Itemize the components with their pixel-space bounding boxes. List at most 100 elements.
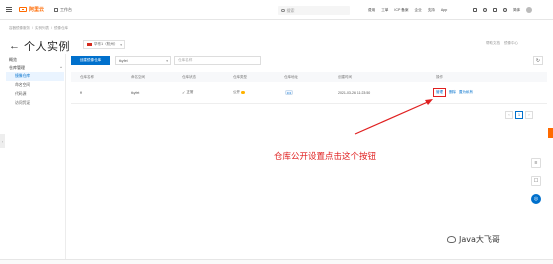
sidebar-item-code-source[interactable]: 代码源 (6, 90, 64, 99)
repo-type-text: 公开 (233, 90, 240, 94)
chat-icon[interactable]: ☐ (531, 176, 541, 186)
brand-name: 阿里云 (29, 7, 45, 13)
repo-table: 仓库名称 命名空间 仓库状态 仓库类型 仓库地址 创建时间 操作 ff tkyf… (71, 72, 547, 104)
avatar[interactable] (526, 7, 533, 13)
global-search-input[interactable]: 搜索 (278, 6, 350, 15)
question-icon[interactable] (241, 90, 245, 95)
pagination: ‹ 1 › (505, 111, 533, 119)
sidebar-item-access-credentials[interactable]: 访问凭证 (6, 99, 64, 108)
breadcrumb-separator: / (50, 26, 52, 30)
column-header: 仓库类型 (233, 74, 247, 79)
repo-name-cell[interactable]: ff (80, 82, 82, 103)
search-placeholder: 搜索 (286, 7, 295, 13)
feedback-tab[interactable] (548, 128, 553, 138)
column-header: 命名空间 (131, 74, 145, 79)
chevron-down-icon: ▾ (120, 42, 122, 47)
column-header: 仓库名称 (80, 74, 94, 79)
repo-address-cell: ••• (285, 82, 293, 103)
status-text: 正常 (186, 90, 194, 94)
set-private-link[interactable]: 置为私有 (459, 90, 473, 95)
chevron-up-icon: ^ (60, 65, 62, 70)
aliyun-logo-icon (19, 7, 27, 12)
sidebar: 概览 仓库管理 ^ 镜像仓库 命名空间 代码源 访问凭证 (6, 56, 64, 108)
prev-page-button[interactable]: ‹ (505, 111, 513, 119)
watermark: Java大飞哥 (447, 234, 500, 245)
language-switch[interactable]: 简体 (513, 8, 520, 13)
sidebar-group-repo-management[interactable]: 仓库管理 ^ (6, 64, 64, 72)
sidebar-item-overview[interactable]: 概览 (6, 56, 64, 64)
top-navigation-bar: 阿里云 工作台 (0, 0, 553, 20)
next-page-button[interactable]: › (525, 111, 533, 119)
nav-link-enterprise[interactable]: 企业 (415, 8, 422, 13)
right-floating-toolbar: ≡ ☐ ◎ (531, 158, 541, 204)
search-icon (281, 8, 285, 13)
delete-link[interactable]: 删除 (449, 90, 456, 95)
hamburger-menu-icon[interactable] (3, 0, 15, 20)
breadcrumb-item[interactable]: 实例列表 (35, 26, 49, 31)
arrow-line (354, 100, 431, 135)
breadcrumb-separator: / (32, 26, 33, 30)
namespace-cell: tkyfet (131, 90, 140, 95)
sidebar-item-namespaces[interactable]: 命名空间 (6, 81, 64, 90)
more-dots-icon[interactable]: ••• (285, 90, 293, 95)
terminal-icon[interactable] (473, 8, 477, 12)
nav-link-billing[interactable]: 费用 (368, 8, 375, 13)
sidebar-collapse-handle[interactable]: ‹ (0, 134, 5, 148)
sidebar-item-image-repos[interactable]: 镜像仓库 (6, 72, 64, 81)
nav-link-support[interactable]: 支持 (428, 8, 435, 13)
region-label: 华东1（杭州） (94, 42, 118, 46)
nav-link-icp[interactable]: ICP 备案 (394, 8, 408, 13)
notes-icon[interactable]: ≡ (531, 158, 541, 168)
namespace-select[interactable]: tkyfet ▾ (115, 56, 171, 65)
bell-icon[interactable] (483, 8, 487, 12)
column-header: 仓库地址 (284, 74, 298, 79)
row-actions: 管理 删除 置为私有 (433, 82, 473, 103)
bottom-bar (0, 259, 553, 264)
china-flag-icon (87, 42, 92, 47)
column-header: 创建时间 (338, 74, 352, 79)
page-number-button[interactable]: 1 (515, 111, 523, 119)
header-links: 帮助文档 镜像中心 (486, 41, 518, 46)
repo-search-placeholder: 仓库名称 (178, 58, 193, 62)
manage-link[interactable]: 管理 (433, 88, 446, 97)
back-arrow-icon[interactable]: ← (9, 40, 20, 52)
sidebar-divider (65, 54, 66, 264)
watermark-text: Java大飞哥 (459, 235, 500, 244)
breadcrumb-item[interactable]: 容器镜像服务 (9, 26, 30, 31)
workbench-link[interactable]: 工作台 (54, 7, 72, 13)
refresh-button[interactable]: ↻ (533, 56, 543, 65)
chevron-down-icon: ▾ (166, 58, 168, 63)
top-nav-links: 费用 工单 ICP 备案 企业 支持 App (368, 0, 447, 20)
annotation-text: 仓库公开设置点击这个按钮 (274, 152, 377, 162)
breadcrumb: 容器镜像服务 / 实例列表 / 镜像仓库 (9, 26, 68, 31)
created-time-cell: 2021-03-26 11:23:50 (338, 90, 371, 95)
table-row: ff tkyfet ✓ 正常 公开 ••• 2021-03-26 11:23:5… (71, 82, 547, 104)
image-center-link[interactable]: 镜像中心 (504, 41, 518, 46)
column-header: 仓库状态 (182, 74, 196, 79)
region-selector[interactable]: 华东1（杭州） ▾ (83, 40, 125, 49)
cart-icon[interactable] (493, 8, 497, 12)
page-title: 个人实例 (24, 41, 70, 53)
check-icon: ✓ (182, 90, 186, 95)
repo-type-cell: 公开 (233, 82, 245, 103)
assistant-icon[interactable]: ◎ (531, 194, 541, 204)
home-icon (54, 7, 59, 12)
workbench-label: 工作台 (60, 6, 73, 12)
table-header: 仓库名称 命名空间 仓库状态 仓库类型 仓库地址 创建时间 操作 (71, 72, 547, 82)
create-repo-button[interactable]: 创建镜像仓库 (71, 56, 110, 65)
status-badge: ✓ 正常 (182, 82, 193, 103)
aliyun-logo[interactable]: 阿里云 (19, 6, 44, 13)
repo-search-input[interactable]: 仓库名称 (174, 56, 261, 65)
sidebar-group-label: 仓库管理 (9, 65, 25, 70)
refresh-icon: ↻ (535, 57, 541, 64)
nav-link-app[interactable]: App (441, 8, 447, 12)
nav-link-tickets[interactable]: 工单 (381, 8, 388, 13)
top-icon-group: 简体 (473, 0, 533, 20)
namespace-value: tkyfet (119, 58, 128, 63)
breadcrumb-item: 镜像仓库 (53, 26, 68, 30)
column-header: 操作 (436, 74, 443, 79)
help-icon[interactable] (503, 8, 507, 12)
help-docs-link[interactable]: 帮助文档 (486, 41, 500, 46)
page-header: ← 个人实例 (9, 38, 70, 54)
chevron-left-icon: ‹ (1, 138, 4, 144)
